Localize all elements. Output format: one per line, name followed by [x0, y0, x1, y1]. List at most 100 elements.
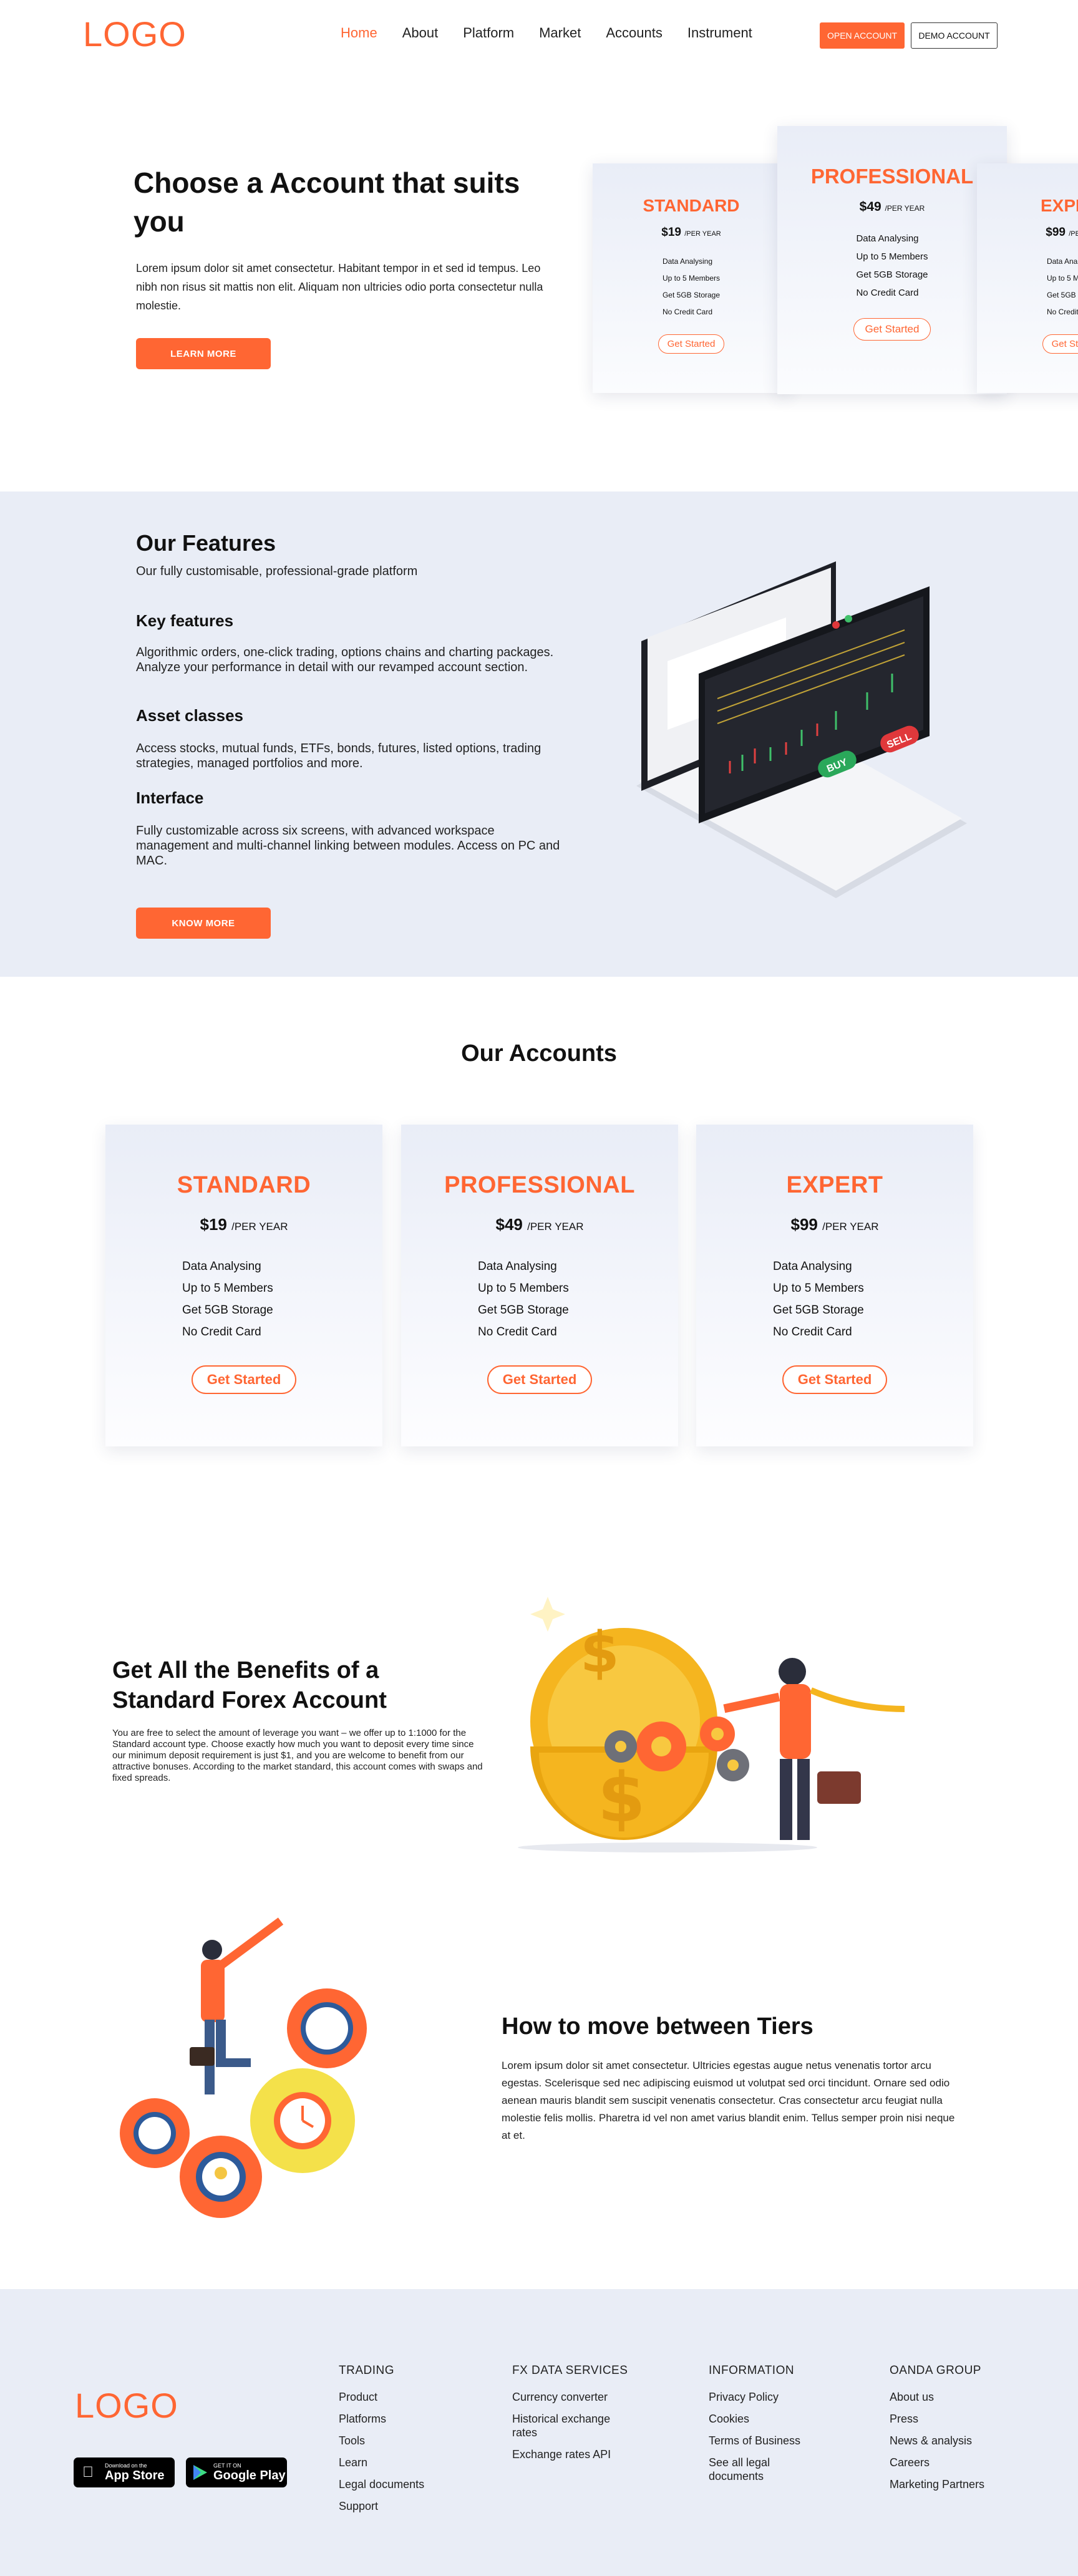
- nav-instrument[interactable]: Instrument: [687, 25, 752, 41]
- footer-link[interactable]: Platforms: [339, 2412, 424, 2426]
- footer-link[interactable]: Legal documents: [339, 2477, 424, 2491]
- footer-heading: OANDA GROUP: [890, 2364, 981, 2377]
- apple-icon: : [82, 2464, 94, 2481]
- footer-logo[interactable]: LOGO: [75, 2385, 178, 2426]
- account-card-standard: STANDARD $19 /PER YEAR Data Analysing Up…: [105, 1125, 382, 1446]
- know-more-button[interactable]: KNOW MORE: [136, 908, 271, 939]
- nav-home[interactable]: Home: [341, 25, 377, 41]
- hero-card-feature: Get 5GB Storage: [856, 269, 928, 280]
- hero-card-get-started[interactable]: Get Started: [658, 334, 725, 354]
- hero-card-feature: Data Analysing: [1046, 257, 1078, 266]
- hero-card-feature: Up to 5 Members: [856, 251, 928, 262]
- hero-card-feature: Get 5GB Storage: [662, 291, 721, 299]
- hero-card-feature: No Credit Card: [662, 307, 712, 316]
- feature-text-assets: Access stocks, mutual funds, ETFs, bonds…: [136, 742, 541, 770]
- account-feature: Get 5GB Storage: [478, 1304, 569, 1317]
- hero-card-features: Data Analysing Up to 5 Members Get 5GB S…: [1047, 253, 1078, 321]
- top-navbar: LOGO Home About Platform Market Accounts…: [0, 0, 1078, 72]
- account-feature: Get 5GB Storage: [182, 1304, 273, 1317]
- hero-card-feature: Get 5GB Storage: [1046, 291, 1078, 299]
- footer-link[interactable]: Currency converter: [512, 2390, 631, 2404]
- feature-text-interface: Fully customizable across six screens, w…: [136, 824, 560, 868]
- footer-heading: INFORMATION: [709, 2364, 795, 2377]
- account-card-title: PROFESSIONAL: [444, 1172, 635, 1198]
- footer-link[interactable]: See all legal documents: [709, 2456, 821, 2483]
- coin-investor-illustration: $ $: [518, 1597, 905, 1852]
- account-card-price: $19 /PER YEAR: [200, 1215, 288, 1234]
- benefits-title: Get All the Benefits of a Standard Forex…: [112, 1657, 387, 1713]
- account-card-features: Data Analysing Up to 5 Members Get 5GB S…: [773, 1256, 896, 1343]
- footer-link[interactable]: About us: [890, 2390, 1014, 2404]
- hero-card-title: EXPERT: [1040, 196, 1078, 215]
- tiers-title: How to move between Tiers: [502, 2013, 813, 2040]
- hero-card-features: Data Analysing Up to 5 Members Get 5GB S…: [663, 253, 720, 321]
- google-play-badge[interactable]: GET IT ON Google Play: [186, 2457, 287, 2487]
- nav-platform[interactable]: Platform: [463, 25, 514, 41]
- footer-link[interactable]: Privacy Policy: [709, 2390, 821, 2404]
- get-started-button[interactable]: Get Started: [192, 1365, 296, 1394]
- footer-heading: TRADING: [339, 2364, 394, 2377]
- accounts-title: Our Accounts: [461, 1040, 617, 1067]
- account-feature: No Credit Card: [773, 1325, 852, 1339]
- footer-col-information: INFORMATION Privacy Policy Cookies Terms…: [709, 2364, 821, 2491]
- hero-card-get-started[interactable]: Get Started: [853, 318, 931, 341]
- get-started-button[interactable]: Get Started: [487, 1365, 592, 1394]
- nav-about[interactable]: About: [402, 25, 439, 41]
- hero-card-price: $19 /PER YEAR: [661, 226, 721, 239]
- footer-link[interactable]: Press: [890, 2412, 1014, 2426]
- footer-link[interactable]: Learn: [339, 2456, 424, 2469]
- hero-card-features: Data Analysing Up to 5 Members Get 5GB S…: [856, 230, 928, 302]
- footer-link[interactable]: Tools: [339, 2434, 424, 2448]
- hero-card-feature: Data Analysing: [662, 257, 713, 266]
- account-feature: Up to 5 Members: [773, 1282, 864, 1295]
- hero-card-title: PROFESSIONAL: [810, 165, 974, 188]
- footer-link[interactable]: Support: [339, 2499, 424, 2513]
- hero-description: Lorem ipsum dolor sit amet consectetur. …: [136, 262, 543, 312]
- feature-heading-interface: Interface: [136, 788, 204, 807]
- hero-card-feature: No Credit Card: [856, 288, 919, 298]
- nav-accounts[interactable]: Accounts: [606, 25, 663, 41]
- hero-title: Choose a Account that suits you: [134, 167, 520, 238]
- account-feature: Get 5GB Storage: [773, 1304, 864, 1317]
- hero-card-professional: PROFESSIONAL $49 /PER YEAR Data Analysin…: [777, 126, 1007, 394]
- demo-account-button[interactable]: DEMO ACCOUNT: [911, 22, 998, 49]
- feature-heading-key: Key features: [136, 611, 234, 630]
- footer-link[interactable]: Product: [339, 2390, 424, 2404]
- footer-link[interactable]: Marketing Partners: [890, 2477, 1014, 2491]
- hero-card-title: STANDARD: [643, 196, 740, 215]
- account-feature: Up to 5 Members: [478, 1282, 569, 1295]
- hero-card-get-started[interactable]: Get Started: [1042, 334, 1078, 354]
- hero-card-standard: STANDARD $19 /PER YEAR Data Analysing Up…: [593, 163, 790, 393]
- footer-link[interactable]: Cookies: [709, 2412, 821, 2426]
- hero-card-expert: EXPERT $99 /PER YEAR Data Analysing Up t…: [977, 163, 1078, 393]
- hero-card-price: $49 /PER YEAR: [859, 200, 925, 214]
- account-card-features: Data Analysing Up to 5 Members Get 5GB S…: [478, 1256, 601, 1343]
- nav-market[interactable]: Market: [539, 25, 581, 41]
- footer-col-trading: TRADING Product Platforms Tools Learn Le…: [339, 2364, 424, 2521]
- learn-more-button[interactable]: LEARN MORE: [136, 338, 271, 369]
- tiers-description: Lorem ipsum dolor sit amet consectetur. …: [502, 2060, 955, 2141]
- account-feature: No Credit Card: [182, 1325, 261, 1339]
- hero-card-feature: Data Analysing: [856, 233, 919, 244]
- hero-card-feature: Up to 5 Members: [1046, 274, 1078, 283]
- footer-heading: FX DATA SERVICES: [512, 2364, 628, 2377]
- footer-link[interactable]: Terms of Business: [709, 2434, 821, 2448]
- get-started-button[interactable]: Get Started: [782, 1365, 887, 1394]
- footer-link[interactable]: Historical exchange rates: [512, 2412, 631, 2439]
- logo[interactable]: LOGO: [83, 14, 187, 54]
- play-icon: [193, 2465, 207, 2480]
- footer-col-oanda-group: OANDA GROUP About us Press News & analys…: [890, 2364, 1014, 2499]
- account-card-title: EXPERT: [786, 1172, 883, 1198]
- main-nav: Home About Platform Market Accounts Inst…: [341, 25, 777, 41]
- footer-link[interactable]: News & analysis: [890, 2434, 1014, 2448]
- feature-text-key: Algorithmic orders, one-click trading, o…: [136, 646, 554, 674]
- account-feature: Data Analysing: [478, 1260, 557, 1273]
- open-account-button[interactable]: OPEN ACCOUNT: [820, 22, 905, 49]
- app-store-badge[interactable]:  Download on the App Store: [74, 2457, 175, 2487]
- footer-link[interactable]: Careers: [890, 2456, 1014, 2469]
- footer-col-fx-data: FX DATA SERVICES Currency converter Hist…: [512, 2364, 631, 2469]
- account-feature: No Credit Card: [478, 1325, 557, 1339]
- gears-climber-illustration: [120, 1917, 367, 2218]
- features-subtitle: Our fully customisable, professional-gra…: [136, 564, 418, 578]
- footer-link[interactable]: Exchange rates API: [512, 2448, 631, 2461]
